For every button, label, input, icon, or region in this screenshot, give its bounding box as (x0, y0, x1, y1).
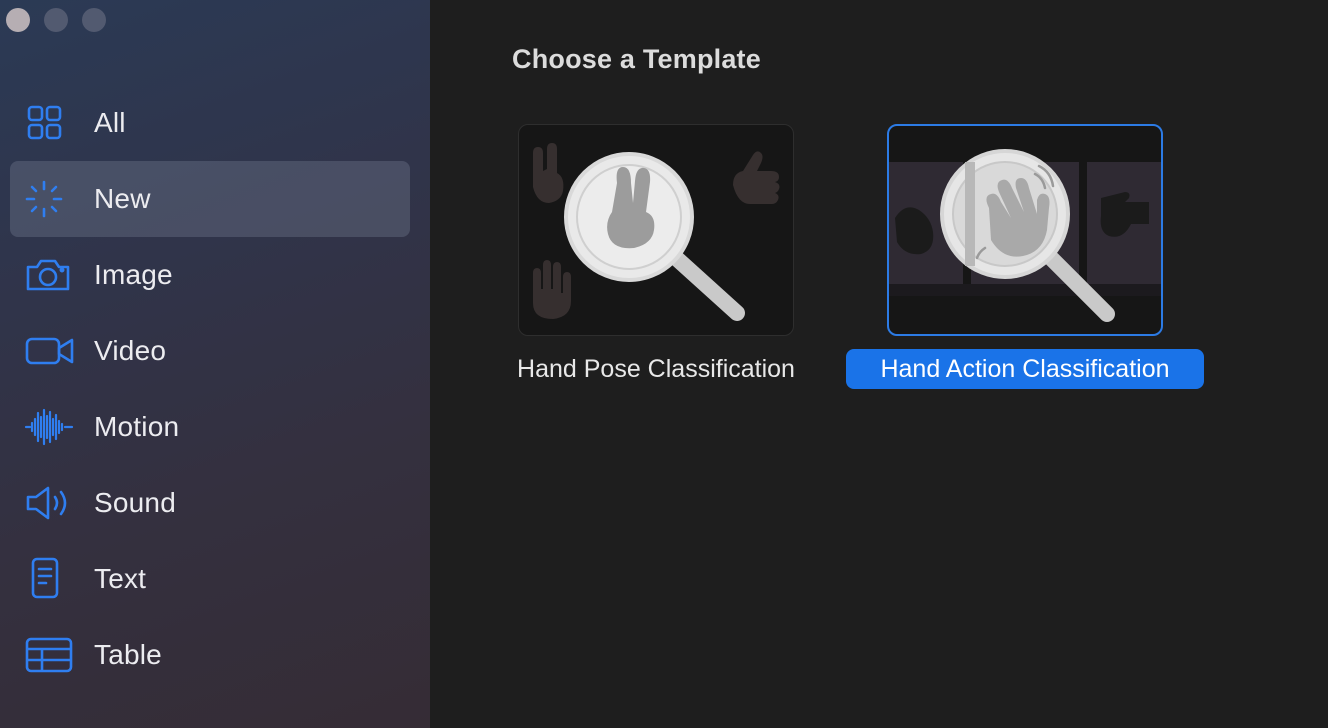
sidebar-nav: All New Image Video Motion Sound Text Ta… (10, 85, 410, 693)
sidebar-item-all[interactable]: All (10, 85, 410, 161)
window-controls (6, 8, 106, 32)
sidebar-item-text[interactable]: Text (10, 541, 410, 617)
sidebar-item-label: New (94, 183, 151, 214)
minimize-window-button[interactable] (44, 8, 68, 32)
template-label[interactable]: Hand Pose Classification (500, 349, 812, 389)
zoom-window-button[interactable] (82, 8, 106, 32)
sidebar-item-table[interactable]: Table (10, 617, 410, 693)
waveform-icon (24, 407, 76, 447)
speaker-icon (24, 483, 76, 523)
sidebar-item-label: Text (94, 563, 147, 594)
document-icon (24, 557, 76, 599)
main-content: Choose a Template Hand Pose Classificati… (430, 0, 1328, 728)
page-title: Choose a Template (512, 44, 761, 74)
table-icon (24, 635, 76, 675)
sidebar-item-video[interactable]: Video (10, 313, 410, 389)
sidebar-item-new[interactable]: New (10, 161, 410, 237)
sidebar-item-label: Sound (94, 487, 176, 518)
sidebar-item-label: Table (94, 639, 162, 670)
template-thumbnail-hand-pose[interactable] (518, 124, 794, 336)
template-label-selected[interactable]: Hand Action Classification (846, 349, 1204, 389)
close-window-button[interactable] (6, 8, 30, 32)
hand-action-thumbnail-image (889, 149, 1161, 322)
hand-pose-thumbnail-image (533, 143, 780, 321)
video-camera-icon (24, 331, 76, 371)
sidebar: All New Image Video Motion Sound Text Ta… (0, 0, 430, 728)
sparkle-icon (24, 179, 76, 219)
sidebar-item-motion[interactable]: Motion (10, 389, 410, 465)
grid-icon (24, 103, 76, 143)
sidebar-item-sound[interactable]: Sound (10, 465, 410, 541)
camera-icon (24, 255, 76, 295)
sidebar-item-label: Image (94, 259, 173, 290)
sidebar-item-label: Video (94, 335, 167, 366)
sidebar-item-label: Motion (94, 411, 180, 442)
sidebar-item-label: All (94, 107, 126, 138)
sidebar-item-image[interactable]: Image (10, 237, 410, 313)
template-thumbnail-hand-action[interactable] (887, 124, 1163, 336)
